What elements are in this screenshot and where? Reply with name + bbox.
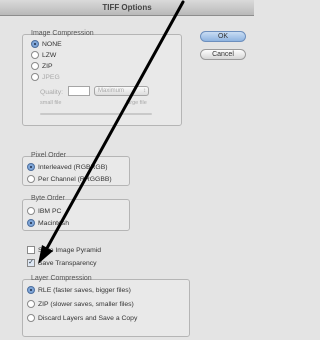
cancel-button[interactable]: Cancel	[200, 49, 246, 60]
quality-label: Quality:	[40, 88, 64, 96]
pixel-order-legend: Pixel Order	[31, 152, 67, 159]
compression-zip-radio[interactable]: ZIP	[31, 61, 53, 71]
radio-icon	[27, 175, 35, 183]
layer-compression-legend: Layer Compression	[31, 275, 92, 282]
compression-none-label: NONE	[42, 40, 62, 48]
byte-order-mac-radio[interactable]: Macintosh	[27, 218, 69, 228]
small-file-label: small file	[40, 100, 62, 106]
checkmark-icon: ✓	[27, 259, 35, 267]
quality-select[interactable]: Maximum ↕	[94, 86, 149, 96]
window-title: TIFF Options	[102, 3, 152, 12]
byte-order-ibm-radio[interactable]: IBM PC	[27, 206, 61, 216]
quality-input[interactable]	[68, 86, 90, 96]
pixel-order-interleaved-radio[interactable]: Interleaved (RGBRGB)	[27, 162, 108, 172]
layer-discard-label: Discard Layers and Save a Copy	[38, 314, 138, 322]
image-compression-legend: Image Compression	[31, 30, 94, 37]
pixel-order-per-channel-radio[interactable]: Per Channel (RRGGBB)	[27, 174, 112, 184]
layer-rle-radio[interactable]: RLE (faster saves, bigger files)	[27, 285, 131, 295]
radio-icon	[27, 207, 35, 215]
layer-zip-label: ZIP (slower saves, smaller files)	[38, 300, 134, 308]
compression-lzw-radio[interactable]: LZW	[31, 50, 56, 60]
large-file-label: large file	[126, 100, 147, 106]
save-transparency-label: Save Transparency	[38, 259, 97, 267]
byte-order-mac-label: Macintosh	[38, 219, 69, 227]
quality-slider[interactable]	[40, 113, 152, 115]
byte-order-ibm-label: IBM PC	[38, 207, 62, 215]
layer-discard-radio[interactable]: Discard Layers and Save a Copy	[27, 313, 137, 323]
radio-icon	[31, 51, 39, 59]
compression-lzw-label: LZW	[42, 51, 57, 59]
compression-none-radio[interactable]: NONE	[31, 39, 62, 49]
compression-jpeg-label: JPEG	[42, 73, 60, 81]
compression-jpeg-radio[interactable]: JPEG	[31, 72, 60, 82]
radio-icon	[27, 314, 35, 322]
radio-icon	[31, 73, 39, 81]
compression-zip-label: ZIP	[42, 62, 53, 70]
layer-rle-label: RLE (faster saves, bigger files)	[38, 286, 131, 294]
radio-icon	[27, 300, 35, 308]
quality-select-value: Maximum	[98, 88, 125, 94]
save-transparency-checkbox[interactable]: ✓ Save Transparency	[27, 258, 97, 268]
radio-selected-icon	[27, 219, 35, 227]
ok-button[interactable]: OK	[200, 31, 246, 42]
pixel-order-interleaved-label: Interleaved (RGBRGB)	[38, 163, 108, 171]
layer-zip-radio[interactable]: ZIP (slower saves, smaller files)	[27, 299, 134, 309]
save-image-pyramid-label: Save Image Pyramid	[38, 246, 102, 254]
title-bar: TIFF Options	[0, 0, 254, 16]
radio-selected-icon	[27, 286, 35, 294]
select-arrows-icon: ↕	[143, 88, 146, 94]
checkbox-icon	[27, 246, 35, 254]
radio-selected-icon	[27, 163, 35, 171]
pixel-order-per-channel-label: Per Channel (RRGGBB)	[38, 175, 112, 183]
radio-icon	[31, 62, 39, 70]
byte-order-legend: Byte Order	[31, 195, 65, 202]
radio-selected-icon	[31, 40, 39, 48]
save-image-pyramid-checkbox[interactable]: Save Image Pyramid	[27, 245, 101, 255]
